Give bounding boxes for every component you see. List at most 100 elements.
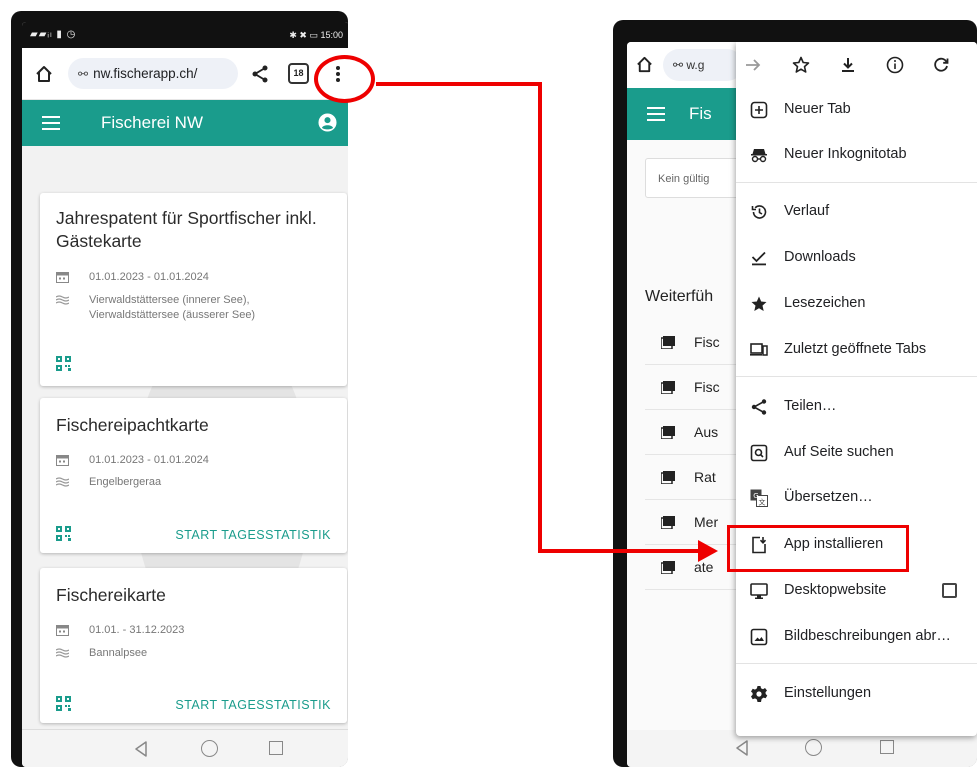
phone-left: ▰▰ᵢₗ ▮ ◷ ✱ ✖ ▭ 15:00 ⚯ nw.fischerapp.ch/ … [11, 11, 348, 767]
menu-divider [736, 182, 977, 183]
pdf-icon [661, 561, 675, 574]
card-title: Fischereipachtkarte [56, 415, 209, 435]
home-icon[interactable] [34, 64, 54, 84]
document-label: Fisc [694, 379, 720, 395]
menu-item-label: Zuletzt geöffnete Tabs [784, 341, 927, 357]
pdf-icon [661, 381, 675, 394]
document-label: Rat [694, 469, 716, 485]
phone-right: ⚯ w.g Fis Kein gültig Weiterfüh Fisc Fis… [613, 20, 977, 767]
nav-home-icon[interactable] [805, 739, 822, 756]
card-title: Jahrespatent für Sportfischer inkl. Gäst… [56, 208, 317, 251]
qr-code-icon[interactable] [56, 526, 71, 541]
share-icon [751, 399, 767, 415]
site-settings-icon[interactable]: ⚯ [673, 58, 686, 72]
phone-right-screen: ⚯ w.g Fis Kein gültig Weiterfüh Fisc Fis… [627, 42, 977, 767]
bookmark-star-icon[interactable] [792, 56, 810, 74]
document-label: Fisc [694, 334, 720, 350]
android-nav-bar [22, 729, 348, 767]
section-title: Weiterfüh [645, 288, 714, 305]
license-card[interactable]: Fischereipachtkarte 01.01.2023 - 01.01.2… [40, 398, 347, 553]
water-waves-icon [56, 295, 69, 305]
download-icon[interactable] [839, 56, 857, 74]
hamburger-menu-icon[interactable] [647, 107, 665, 121]
browser-toolbar: ⚯ nw.fischerapp.ch/ 18 [22, 48, 348, 100]
calendar-icon [56, 455, 69, 466]
url-text: nw.fischerapp.ch/ [93, 66, 198, 81]
card-dates-row: 01.01. - 31.12.2023 [56, 623, 336, 638]
address-bar[interactable]: ⚯ w.g [663, 49, 743, 81]
menu-item-find-in-page[interactable]: Auf Seite suchen [736, 433, 977, 473]
calendar-icon [56, 272, 69, 283]
card-waters-row: Bannalpsee [56, 646, 336, 661]
history-icon [751, 205, 767, 219]
info-icon[interactable] [886, 56, 904, 74]
forward-arrow-icon[interactable] [744, 56, 762, 74]
settings-gear-icon [751, 686, 768, 702]
address-bar[interactable]: ⚯ nw.fischerapp.ch/ [68, 58, 238, 89]
qr-code-icon[interactable] [56, 356, 71, 371]
account-circle-icon[interactable] [318, 113, 337, 132]
menu-item-translate[interactable]: G文 Übersetzen… [736, 478, 977, 518]
license-list: Jahrespatent für Sportfischer inkl. Gäst… [22, 146, 348, 729]
image-description-icon [750, 628, 768, 646]
app-header: Fischerei NW [22, 100, 348, 146]
menu-item-label: Auf Seite suchen [784, 444, 894, 460]
card-dates: 01.01.2023 - 01.01.2024 [89, 454, 209, 466]
site-settings-icon[interactable]: ⚯ [78, 59, 88, 89]
card-waters-row: Engelbergeraa [56, 475, 336, 490]
status-icons-left: ▰▰ᵢₗ ▮ ◷ [30, 29, 77, 40]
phone-left-screen: ▰▰ᵢₗ ▮ ◷ ✱ ✖ ▭ 15:00 ⚯ nw.fischerapp.ch/ … [22, 22, 348, 767]
water-waves-icon [56, 477, 69, 487]
downloads-icon [751, 251, 766, 266]
menu-toolbar [736, 42, 977, 88]
nav-back-icon[interactable] [735, 740, 749, 756]
menu-item-image-descriptions[interactable]: Bildbeschreibungen abr… [736, 617, 977, 657]
menu-item-share[interactable]: Teilen… [736, 387, 977, 427]
license-card[interactable]: Fischereikarte 01.01. - 31.12.2023 Banna… [40, 568, 347, 723]
share-icon[interactable] [250, 64, 270, 84]
menu-item-label: Lesezeichen [784, 295, 866, 311]
translate-icon: G文 [750, 489, 768, 507]
tutorial-screenshot: ▰▰ᵢₗ ▮ ◷ ✱ ✖ ▭ 15:00 ⚯ nw.fischerapp.ch/ … [0, 0, 979, 767]
tab-switcher-button[interactable]: 18 [288, 63, 309, 84]
nav-home-icon[interactable] [201, 740, 218, 757]
desktop-site-checkbox[interactable] [942, 583, 957, 598]
start-daily-statistics-button[interactable]: START TAGESSTATISTIK [175, 698, 331, 712]
menu-item-settings[interactable]: Einstellungen [736, 674, 977, 714]
hamburger-menu-icon[interactable] [42, 116, 60, 130]
menu-item-bookmarks[interactable]: Lesezeichen [736, 284, 977, 324]
menu-item-label: Teilen… [784, 398, 837, 414]
status-bar: ▰▰ᵢₗ ▮ ◷ ✱ ✖ ▭ 15:00 [22, 22, 348, 48]
menu-button-highlight [314, 55, 375, 103]
nav-recents-icon[interactable] [269, 741, 283, 755]
menu-item-incognito[interactable]: Neuer Inkognitotab [736, 135, 977, 175]
menu-item-recent-tabs[interactable]: Zuletzt geöffnete Tabs [736, 330, 977, 370]
menu-item-history[interactable]: Verlauf [736, 192, 977, 232]
reload-icon[interactable] [932, 56, 950, 74]
qr-code-icon[interactable] [56, 696, 71, 711]
document-label: Aus [694, 424, 719, 440]
card-waters-row: Vierwaldstättersee (innerer See), Vierwa… [56, 293, 336, 325]
card-dates: 01.01.2023 - 01.01.2024 [89, 271, 209, 283]
menu-item-label: Einstellungen [784, 685, 872, 701]
pdf-icon [661, 336, 675, 349]
menu-item-label: Verlauf [784, 203, 830, 219]
card-title: Fischereikarte [56, 585, 166, 605]
recent-tabs-icon [750, 343, 768, 356]
card-dates-row: 01.01.2023 - 01.01.2024 [56, 453, 336, 468]
menu-item-label: Downloads [784, 249, 856, 265]
pdf-icon [661, 471, 675, 484]
menu-item-downloads[interactable]: Downloads [736, 238, 977, 278]
calendar-icon [56, 625, 69, 636]
menu-item-desktop-site[interactable]: Desktopwebsite [736, 571, 977, 611]
nav-back-icon[interactable] [134, 741, 148, 757]
home-icon[interactable] [635, 55, 654, 74]
document-label: Mer [694, 514, 719, 530]
browser-overflow-menu: Neuer Tab Neuer Inkognitotab Verlauf Dow… [736, 42, 977, 736]
start-daily-statistics-button[interactable]: START TAGESSTATISTIK [175, 528, 331, 542]
license-card[interactable]: Jahrespatent für Sportfischer inkl. Gäst… [40, 193, 347, 386]
menu-item-label: Desktopwebsite [784, 582, 887, 598]
nav-recents-icon[interactable] [880, 740, 894, 754]
menu-item-new-tab[interactable]: Neuer Tab [736, 90, 977, 130]
new-tab-icon [750, 101, 768, 119]
